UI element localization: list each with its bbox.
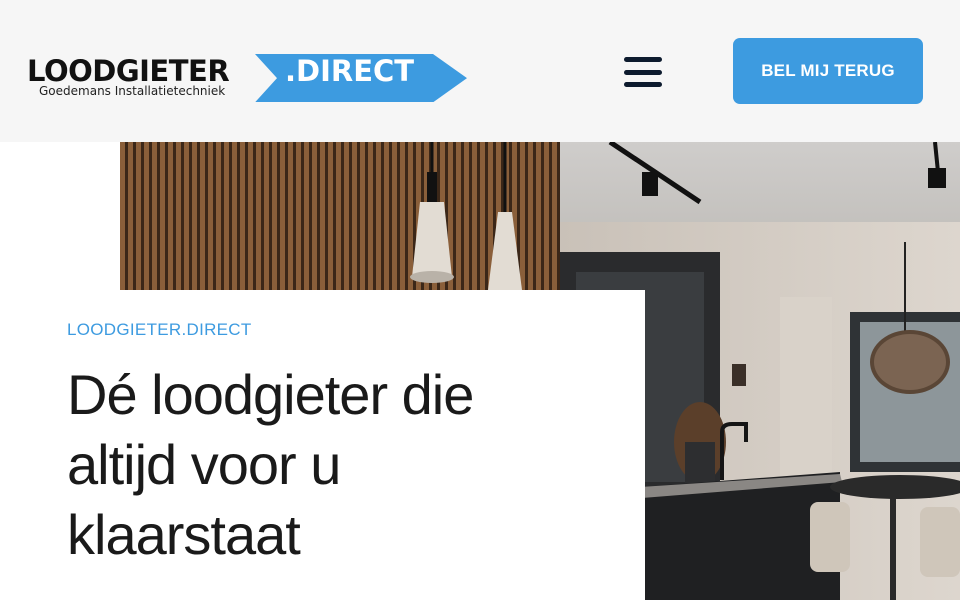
menu-bar [624, 82, 662, 87]
site-header: LOODGIETER .DIRECT Goedemans Installatie… [0, 0, 960, 142]
hamburger-menu-icon[interactable] [622, 55, 664, 89]
logo-tagline: Goedemans Installatietechniek [39, 84, 226, 98]
logo-domain-text: .DIRECT [285, 54, 415, 88]
hero-text-card: LOODGIETER.DIRECT Dé loodgieter die alti… [0, 290, 645, 600]
menu-bar [624, 69, 662, 75]
call-me-back-button[interactable]: BEL MIJ TERUG [733, 38, 923, 104]
hero-eyebrow: LOODGIETER.DIRECT [67, 320, 252, 339]
site-logo[interactable]: LOODGIETER .DIRECT Goedemans Installatie… [27, 38, 472, 104]
hero-headline: Dé loodgieter die altijd voor u klaarsta… [67, 363, 474, 566]
menu-bar [624, 57, 662, 62]
